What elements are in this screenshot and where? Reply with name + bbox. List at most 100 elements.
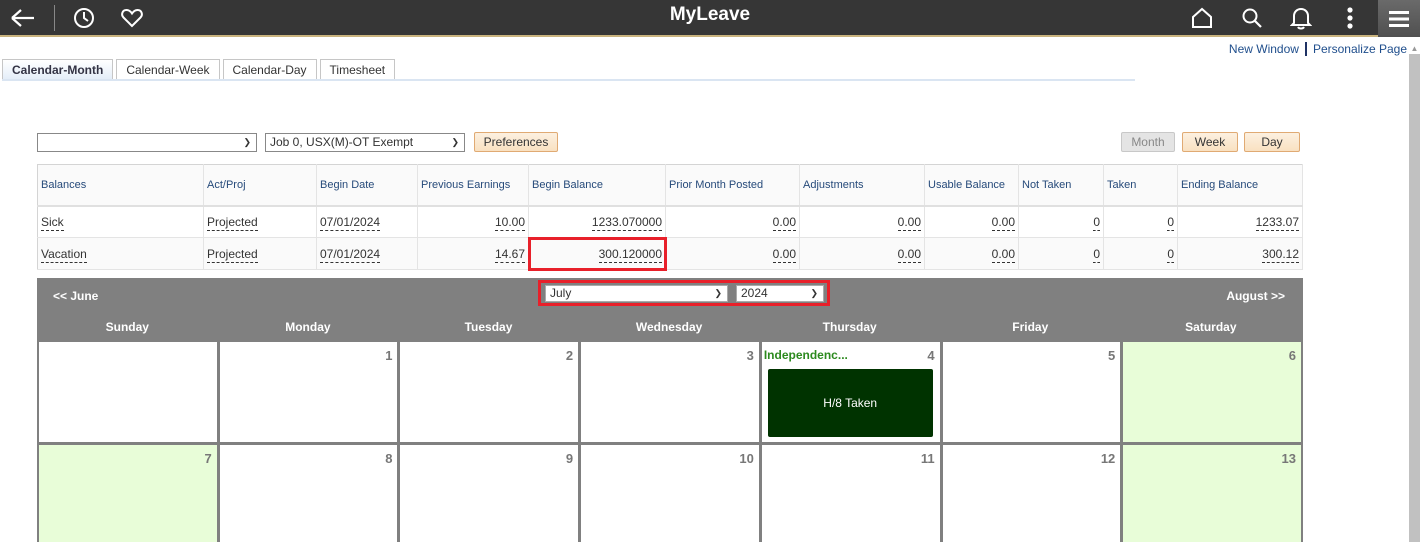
chevron-down-icon: ❯	[810, 288, 818, 298]
tab-bar: Calendar-Month Calendar-Week Calendar-Da…	[2, 59, 398, 80]
cell-previous-earnings[interactable]: 10.00	[417, 205, 529, 238]
cell-act-proj[interactable]: Projected	[203, 205, 317, 238]
col-prior-month-posted: Prior Month Posted	[665, 164, 800, 207]
search-icon[interactable]	[1239, 0, 1265, 35]
header-divider	[54, 5, 55, 31]
cell-balance-type[interactable]: Vacation	[37, 237, 204, 270]
col-act-proj: Act/Proj	[203, 164, 317, 207]
cell-taken[interactable]: 0	[1103, 237, 1178, 270]
calendar-day-cell[interactable]: 7	[39, 445, 217, 542]
cell-previous-earnings[interactable]: 14.67	[417, 237, 529, 270]
year-select[interactable]: 2024 ❯	[736, 285, 824, 302]
day-number: 13	[1281, 451, 1296, 466]
cell-taken[interactable]: 0	[1103, 205, 1178, 238]
next-month-link[interactable]: August >>	[1226, 289, 1285, 303]
day-number: 2	[565, 348, 574, 363]
calendar-day-cell[interactable]: 3	[581, 342, 759, 442]
day-view-button[interactable]: Day	[1244, 132, 1300, 152]
home-icon[interactable]	[1189, 0, 1215, 35]
weekday-header-row: Sunday Monday Tuesday Wednesday Thursday…	[37, 320, 1303, 334]
day-number: 9	[565, 451, 574, 466]
month-select[interactable]: July ❯	[545, 285, 728, 302]
tab-underline	[2, 79, 1135, 81]
calendar-day-cell[interactable]: 4 Independenc... H/8 Taken	[761, 342, 940, 442]
weekday-monday: Monday	[285, 320, 331, 334]
day-number: 4	[927, 348, 935, 363]
calendar-day-cell[interactable]: 1	[219, 342, 398, 442]
vertical-scrollbar[interactable]	[1409, 54, 1420, 542]
month-view-button[interactable]: Month	[1121, 132, 1175, 152]
calendar-day-cell[interactable]: 2	[400, 342, 579, 442]
cell-prior-month-posted[interactable]: 0.00	[665, 205, 800, 238]
recent-history-icon[interactable]	[70, 0, 98, 35]
cell-ending-balance[interactable]: 300.12	[1177, 237, 1303, 270]
tab-calendar-month[interactable]: Calendar-Month	[2, 59, 114, 80]
day-number: 6	[1288, 348, 1296, 363]
favorites-heart-icon[interactable]	[118, 0, 146, 35]
back-arrow-icon[interactable]	[8, 0, 38, 35]
cell-begin-date[interactable]: 07/01/2024	[316, 205, 418, 238]
calendar-day-cell[interactable]: 5	[942, 342, 1121, 442]
col-begin-balance: Begin Balance	[528, 164, 666, 207]
new-window-link[interactable]: New Window	[1229, 42, 1299, 56]
holiday-label: Independenc...	[763, 348, 848, 362]
cell-usable-balance[interactable]: 0.00	[924, 205, 1019, 238]
day-number: 12	[1100, 451, 1116, 466]
tab-timesheet[interactable]: Timesheet	[319, 59, 396, 80]
weekday-wednesday: Wednesday	[635, 320, 703, 334]
calendar-day-cell[interactable]: 12	[942, 445, 1121, 542]
cell-begin-balance-highlighted[interactable]: 300.120000	[527, 236, 667, 271]
chevron-down-icon: ❯	[451, 137, 459, 147]
month-select-value: July	[550, 286, 572, 300]
day-number: 8	[385, 451, 393, 466]
calendar-day-cell[interactable]: 6	[1123, 342, 1301, 442]
cell-act-proj[interactable]: Projected	[203, 237, 317, 270]
cell-balance-type[interactable]: Sick	[37, 205, 204, 238]
weekday-friday: Friday	[1012, 320, 1049, 334]
previous-month-link[interactable]: << June	[53, 289, 98, 303]
week-view-button[interactable]: Week	[1182, 132, 1238, 152]
cell-ending-balance[interactable]: 1233.07	[1177, 205, 1303, 238]
cell-prior-month-posted[interactable]: 0.00	[665, 237, 800, 270]
preferences-button[interactable]: Preferences	[474, 132, 558, 152]
col-not-taken: Not Taken	[1018, 164, 1104, 207]
notifications-bell-icon[interactable]	[1288, 0, 1314, 35]
calendar-day-cell[interactable]: 13	[1123, 445, 1301, 542]
col-ending-balance: Ending Balance	[1177, 164, 1303, 207]
calendar-day-cell[interactable]: 9	[400, 445, 579, 542]
cell-not-taken[interactable]: 0	[1018, 237, 1104, 270]
more-actions-kebab-icon[interactable]	[1340, 0, 1360, 35]
tab-calendar-week[interactable]: Calendar-Week	[116, 59, 220, 80]
col-usable-balance: Usable Balance	[924, 164, 1019, 207]
calendar-day-cell[interactable]: 11	[761, 445, 940, 542]
cell-adjustments[interactable]: 0.00	[799, 205, 925, 238]
job-select[interactable]: Job 0, USX(M)-OT Exempt ❯	[265, 133, 465, 152]
col-begin-date: Begin Date	[316, 164, 418, 207]
calendar-day-cell[interactable]: 8	[219, 445, 398, 542]
calendar-day-cell[interactable]: 10	[581, 445, 759, 542]
table-header-row: Balances Act/Proj Begin Date Previous Ea…	[37, 164, 1303, 207]
scroll-up-arrow-icon[interactable]: ▲	[1410, 44, 1419, 53]
tab-calendar-day[interactable]: Calendar-Day	[222, 59, 317, 80]
leave-event[interactable]: H/8 Taken	[767, 369, 933, 437]
day-number: 7	[204, 451, 212, 466]
day-number: 3	[746, 348, 754, 363]
day-number: 10	[739, 451, 754, 466]
cell-not-taken[interactable]: 0	[1018, 205, 1104, 238]
cell-begin-balance[interactable]: 1233.070000	[528, 205, 666, 238]
calendar-header: << June July ❯ 2024 ❯ August >> Sunday M…	[37, 278, 1303, 341]
personalize-page-link[interactable]: Personalize Page	[1313, 42, 1407, 56]
cell-usable-balance[interactable]: 0.00	[924, 237, 1019, 270]
page-links: New Window Personalize Page	[1229, 42, 1407, 56]
day-number: 5	[1108, 348, 1116, 363]
cell-adjustments[interactable]: 0.00	[799, 237, 925, 270]
link-divider	[1304, 42, 1307, 56]
table-row: Sick Projected 07/01/2024 10.00 1233.070…	[37, 205, 1303, 238]
weekday-thursday: Thursday	[822, 320, 877, 334]
employee-select[interactable]: ❯	[37, 133, 257, 152]
chevron-down-icon: ❯	[243, 137, 251, 147]
balances-table: Balances Act/Proj Begin Date Previous Ea…	[37, 164, 1303, 271]
year-select-value: 2024	[741, 286, 768, 300]
cell-begin-date[interactable]: 07/01/2024	[316, 237, 418, 270]
navbar-hamburger-icon[interactable]	[1378, 0, 1420, 37]
